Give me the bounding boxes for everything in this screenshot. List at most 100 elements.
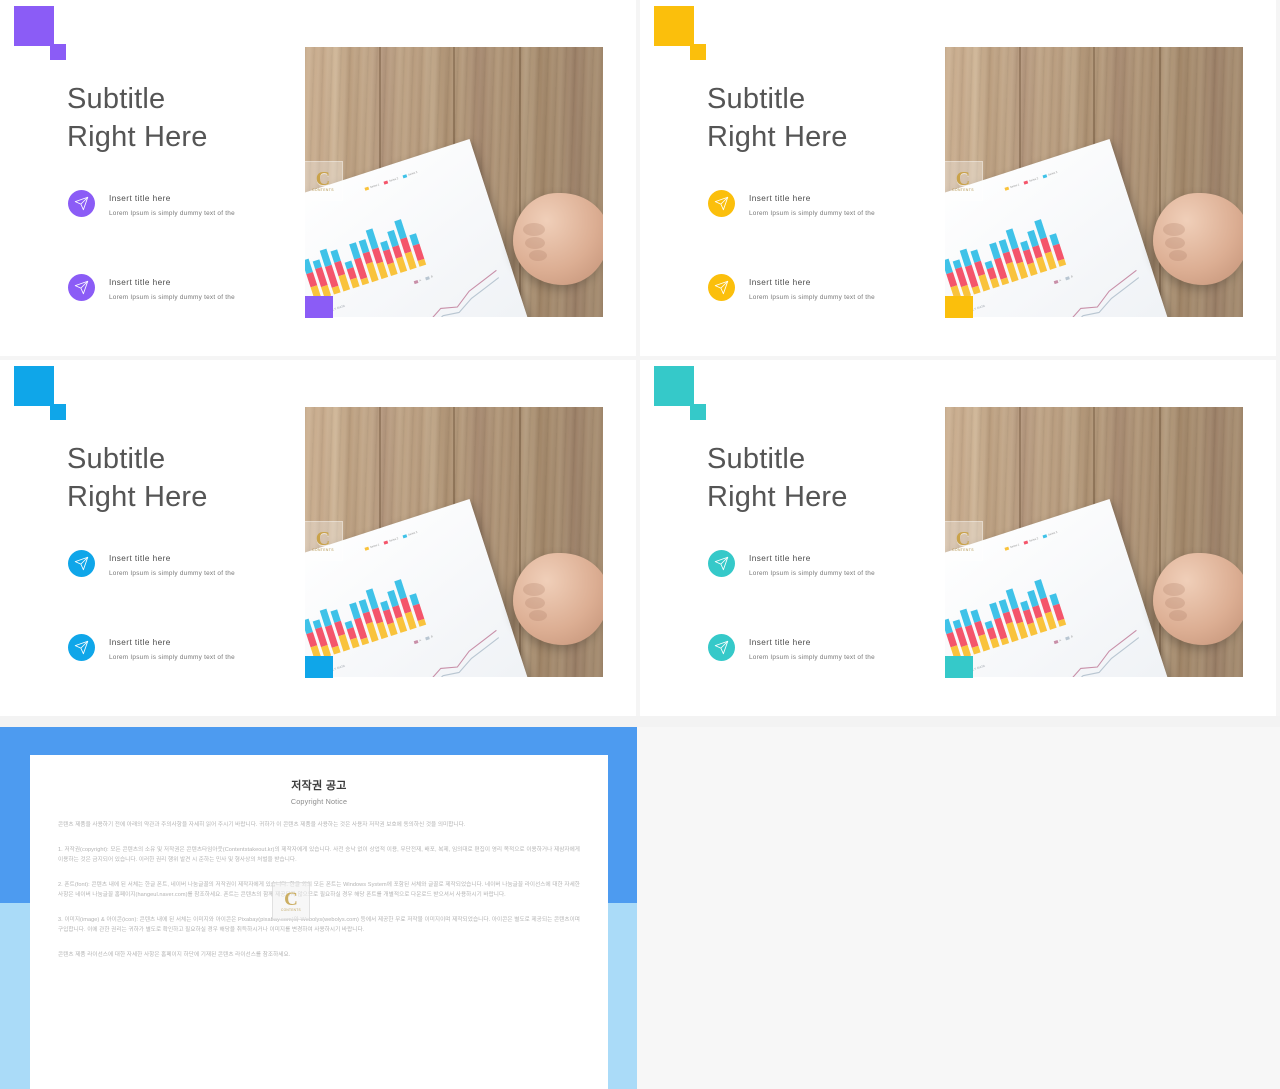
chart-legend-item: Series 1: [1004, 543, 1020, 551]
watermark-letter: C: [955, 168, 971, 190]
list-item[interactable]: Insert title here Lorem Ipsum is simply d…: [708, 634, 923, 688]
watermark-letter: C: [284, 888, 298, 910]
decorative-square-large: [14, 6, 54, 46]
slide-3[interactable]: Subtitle Right Here Insert title here Lorem…: [0, 360, 636, 716]
slide-photo: Series 1Series 2Series 3PERFORMANCEMONTH…: [305, 407, 603, 677]
list-item[interactable]: Insert title here Lorem Ipsum is simply d…: [708, 274, 923, 328]
chart-legend-item: A: [1053, 639, 1062, 644]
chart-legend-item: B: [425, 275, 433, 281]
watermark-logo: C CONTENTS: [943, 521, 983, 561]
bullet-title: Insert title here: [749, 638, 811, 647]
decorative-square-large: [654, 6, 694, 46]
copyright-paragraph-1: 1. 저작권(copyright): 모든 콘텐츠의 소유 및 저작권은 콘텐츠…: [58, 846, 580, 864]
paper-plane-icon: [68, 550, 95, 577]
watermark-sub: CONTENTS: [312, 188, 334, 192]
watermark-logo: C CONTENTS: [943, 161, 983, 201]
chart-legend-item: Series 2: [383, 177, 399, 185]
bullet-body: Lorem Ipsum is simply dummy text of the: [749, 210, 875, 217]
watermark-sub: CONTENTS: [952, 548, 974, 552]
bullet-list: Insert title here Lorem Ipsum is simply d…: [68, 550, 283, 716]
slide-photo: Series 1Series 2Series 3PERFORMANCEMONTH…: [945, 47, 1243, 317]
copyright-paragraph-2: 2. 폰트(font): 콘텐츠 내에 된 서체는 한글 폰트, 네이버 나눔글…: [58, 881, 580, 899]
fist-photo-element: [513, 553, 603, 645]
chart-legend-item: A: [1053, 279, 1062, 284]
paper-plane-icon: [708, 274, 735, 301]
paper-plane-icon: [708, 190, 735, 217]
chart-legend-item: Series 3: [1042, 171, 1058, 179]
fist-photo-element: [513, 193, 603, 285]
paper-plane-icon: [68, 274, 95, 301]
decorative-square-small: [690, 404, 706, 420]
bullet-list: Insert title here Lorem Ipsum is simply d…: [68, 190, 283, 356]
bullet-body: Lorem Ipsum is simply dummy text of the: [109, 654, 235, 661]
chart-legend-item: Series 1: [364, 183, 380, 191]
slide-subtitle: Subtitle Right Here: [707, 443, 848, 513]
decorative-square-overlap: [305, 656, 333, 678]
paper-plane-icon: [68, 190, 95, 217]
paper-plane-icon: [708, 634, 735, 661]
watermark-logo: C CONTENTS: [303, 161, 343, 201]
copyright-title: 저작권 공고: [291, 780, 347, 792]
decorative-square-overlap: [945, 656, 973, 678]
slide-1[interactable]: Subtitle Right Here Insert title here Lorem…: [0, 0, 636, 356]
bullet-title: Insert title here: [109, 554, 171, 563]
slide-photo: Series 1Series 2Series 3PERFORMANCEMONTH…: [945, 407, 1243, 677]
list-item[interactable]: Insert title here Lorem Ipsum is simply d…: [68, 634, 283, 688]
watermark-letter: C: [315, 528, 331, 550]
list-item[interactable]: Insert title here Lorem Ipsum is simply d…: [708, 550, 923, 604]
slide-subtitle: Subtitle Right Here: [67, 443, 208, 513]
bullet-list: Insert title here Lorem Ipsum is simply d…: [708, 550, 923, 716]
empty-slot: [637, 727, 1280, 1089]
decorative-square-small: [690, 44, 706, 60]
paper-plane-icon: [708, 550, 735, 577]
slide-4[interactable]: Subtitle Right Here Insert title here Lorem…: [640, 360, 1276, 716]
watermark-sub: CONTENTS: [312, 548, 334, 552]
chart-legend-item: B: [1065, 635, 1073, 641]
copyright-card: 저작권 공고 Copyright Notice 콘텐츠 제품을 사용하기 전에 …: [30, 755, 608, 1089]
slide-photo: Series 1Series 2Series 3PERFORMANCEMONTH…: [305, 47, 603, 317]
chart-legend-item: A: [413, 279, 422, 284]
chart-legend-item: Series 3: [402, 171, 418, 179]
bullet-title: Insert title here: [109, 638, 171, 647]
copyright-paragraph-4: 콘텐츠 제품 라이선스에 대한 자세한 사항은 홈페이지 하단에 기재된 콘텐츠…: [58, 951, 291, 958]
list-item[interactable]: Insert title here Lorem Ipsum is simply d…: [708, 190, 923, 244]
watermark-sub: CONTENTS: [281, 907, 301, 912]
copyright-paragraph-0: 콘텐츠 제품을 사용하기 전에 아래의 약관과 주의사항을 자세히 읽어 주시기…: [58, 822, 466, 828]
bullet-body: Lorem Ipsum is simply dummy text of the: [749, 570, 875, 577]
chart-legend-item: Series 3: [402, 531, 418, 539]
fist-photo-element: [1153, 553, 1243, 645]
horizontal-gutter-2: [0, 716, 1280, 727]
decorative-square-small: [50, 404, 66, 420]
list-item[interactable]: Insert title here Lorem Ipsum is simply d…: [68, 190, 283, 244]
watermark-letter: C: [955, 528, 971, 550]
list-item[interactable]: Insert title here Lorem Ipsum is simply d…: [68, 550, 283, 604]
bullet-title: Insert title here: [749, 554, 811, 563]
bullet-title: Insert title here: [749, 278, 811, 287]
paper-plane-icon: [68, 634, 95, 661]
bullet-title: Insert title here: [749, 194, 811, 203]
bullet-list: Insert title here Lorem Ipsum is simply d…: [708, 190, 923, 356]
chart-legend-item: B: [1065, 275, 1073, 281]
chart-legend-item: Series 1: [364, 543, 380, 551]
bullet-body: Lorem Ipsum is simply dummy text of the: [109, 294, 235, 301]
fist-photo-element: [1153, 193, 1243, 285]
watermark-sub: CONTENTS: [952, 188, 974, 192]
slide-subtitle: Subtitle Right Here: [67, 83, 208, 153]
slide-deck-canvas: Subtitle Right Here Insert title here Lorem…: [0, 0, 1280, 1089]
list-item[interactable]: Insert title here Lorem Ipsum is simply d…: [68, 274, 283, 328]
bullet-body: Lorem Ipsum is simply dummy text of the: [749, 654, 875, 661]
watermark-logo: C CONTENTS: [272, 882, 310, 920]
watermark-logo: C CONTENTS: [303, 521, 343, 561]
slide-2[interactable]: Subtitle Right Here Insert title here Lorem…: [640, 0, 1276, 356]
copyright-slide: 저작권 공고 Copyright Notice 콘텐츠 제품을 사용하기 전에 …: [0, 727, 637, 1089]
bullet-title: Insert title here: [109, 194, 171, 203]
bullet-title: Insert title here: [109, 278, 171, 287]
decorative-square-large: [14, 366, 54, 406]
copyright-subtitle: Copyright Notice: [290, 797, 348, 806]
bullet-body: Lorem Ipsum is simply dummy text of the: [109, 210, 235, 217]
decorative-square-overlap: [945, 296, 973, 318]
chart-legend-item: Series 1: [1004, 183, 1020, 191]
decorative-square-small: [50, 44, 66, 60]
copyright-paragraph-3: 3. 이미지(image) & 아이콘(icon): 콘텐츠 내에 된 서체는 …: [58, 916, 580, 934]
chart-legend-item: A: [413, 639, 422, 644]
